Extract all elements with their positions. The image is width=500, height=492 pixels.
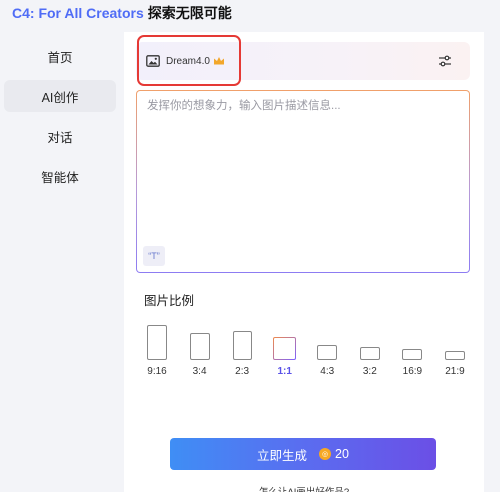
prompt-input[interactable]	[137, 91, 469, 241]
model-selector[interactable]: Dream4.0	[136, 42, 470, 80]
ratio-shape-icon	[273, 337, 296, 360]
help-link[interactable]: 怎么让AI画出好作品?	[124, 484, 484, 492]
app-header: C4: For All Creators 探索无限可能	[0, 0, 500, 26]
ratio-shape-icon	[444, 351, 465, 360]
settings-sliders-icon[interactable]	[438, 54, 452, 68]
quote-text-button[interactable]: “T”	[143, 246, 165, 266]
ratio-option-3-4[interactable]: 3:4	[181, 318, 219, 378]
sidebar-item-label: 对话	[47, 130, 73, 145]
sidebar-item-label: AI创作	[41, 90, 79, 105]
generate-label: 立即生成	[257, 448, 308, 463]
generate-button[interactable]: 立即生成 ◎ 20	[170, 438, 436, 470]
prompt-box: “T”	[136, 90, 470, 273]
ratio-label: 4:3	[320, 366, 335, 377]
aspect-ratio-title: 图片比例	[144, 294, 195, 308]
ratio-option-21-9[interactable]: 21:9	[436, 318, 474, 378]
generate-cost: 20	[335, 447, 349, 461]
sidebar-item-label: 智能体	[41, 170, 79, 185]
ratio-option-1-1[interactable]: 1:1	[266, 318, 304, 378]
ratio-shape-icon	[402, 349, 423, 360]
ratio-label: 3:4	[192, 366, 207, 377]
ratio-shape-icon	[189, 333, 210, 360]
ratio-option-9-16[interactable]: 9:16	[138, 318, 176, 378]
model-name: Dream4.0	[166, 55, 210, 67]
ratio-shape-icon	[232, 331, 252, 360]
image-icon	[146, 55, 160, 67]
ratio-option-3-2[interactable]: 3:2	[351, 318, 389, 378]
sidebar-item-label: 首页	[47, 50, 73, 65]
ratio-option-2-3[interactable]: 2:3	[223, 318, 261, 378]
ratio-label: 16:9	[402, 366, 423, 377]
ratio-shape-icon	[147, 325, 167, 360]
ratio-label: 1:1	[277, 366, 292, 377]
ratio-label: 3:2	[362, 366, 377, 377]
crown-icon	[213, 57, 224, 65]
ratio-option-4-3[interactable]: 4:3	[308, 318, 346, 378]
ratio-label: 9:16	[147, 366, 167, 377]
sidebar-item-ai-create[interactable]: AI创作	[4, 80, 116, 112]
creation-panel: Dream4.0 “T” 图片比例 9:16 3:4 2:3	[124, 32, 484, 492]
sidebar-item-home[interactable]: 首页	[4, 40, 116, 72]
ratio-label: 21:9	[445, 366, 465, 377]
coin-icon: ◎	[319, 448, 332, 460]
ratio-shape-icon	[359, 347, 380, 360]
ratio-option-16-9[interactable]: 16:9	[393, 318, 431, 378]
sidebar-item-agents[interactable]: 智能体	[4, 160, 116, 192]
ratio-label: 2:3	[235, 366, 250, 377]
aspect-ratio-options: 9:16 3:4 2:3 1:1 4:3 3:2 16:9 21:9	[138, 318, 474, 378]
sidebar: 首页 AI创作 对话 智能体	[0, 40, 122, 200]
prompt-inner: “T”	[137, 91, 469, 272]
ratio-shape-icon	[317, 345, 338, 360]
brand-slogan: 探索无限可能	[147, 5, 232, 21]
brand-title: C4: For All Creators	[12, 5, 144, 21]
sidebar-item-chat[interactable]: 对话	[4, 120, 116, 152]
